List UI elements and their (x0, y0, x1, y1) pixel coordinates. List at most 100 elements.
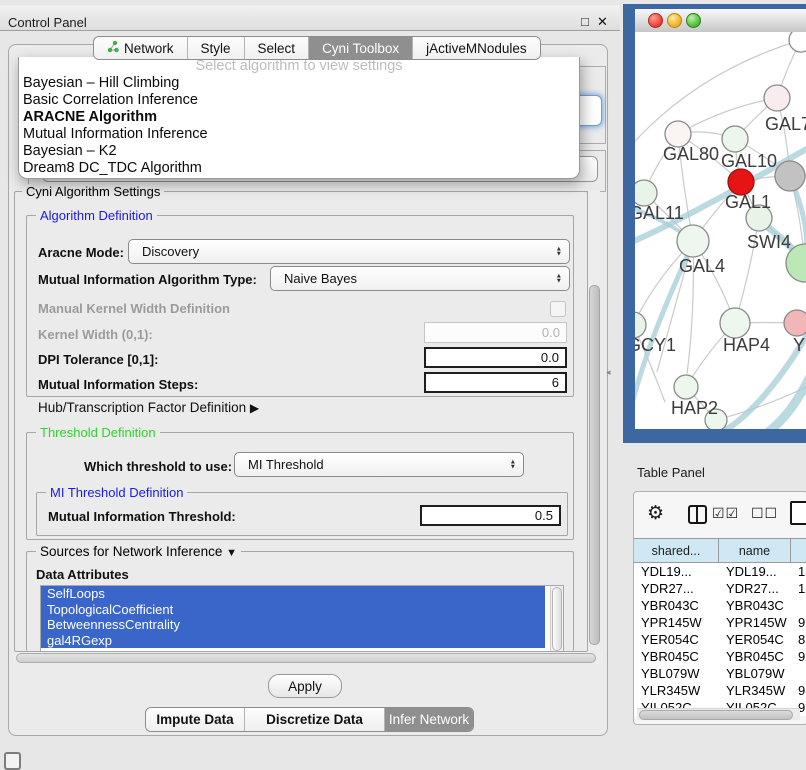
which-threshold-combo[interactable]: MI Threshold ▲▼ (234, 452, 524, 477)
tab-cyni-toolbox[interactable]: Cyni Toolbox (309, 37, 413, 59)
table-cell: 9. (791, 683, 806, 698)
data-attributes-list[interactable]: SelfLoopsTopologicalCoefficientBetweenne… (40, 585, 564, 651)
tab-label: Select (258, 41, 296, 56)
table-cell: 9. (791, 615, 806, 630)
mi-type-value: Naive Bayes (284, 271, 357, 286)
kernel-width-field[interactable]: 0.0 (424, 322, 567, 343)
node-label-swi4: SWI4 (747, 232, 791, 253)
algorithm-option[interactable]: Dream8 DC_TDC Algorithm (19, 160, 579, 177)
minimized-panel-icon[interactable] (4, 752, 21, 770)
tab-network[interactable]: Network (94, 37, 188, 59)
mi-threshold-field[interactable]: 0.5 (420, 505, 561, 526)
network-window-titlebar[interactable] (635, 9, 806, 33)
export-table-icon[interactable] (790, 501, 806, 525)
stepper-icon: ▲▼ (556, 246, 562, 257)
table-cell: 13 (791, 564, 806, 579)
column-header[interactable]: name (719, 539, 791, 562)
algorithm-dropdown-popup: Select algorithm to view settings Bayesi… (18, 57, 580, 179)
tab-label: Network (124, 41, 174, 56)
table-cell: YLR345W (634, 683, 719, 698)
gear-icon[interactable]: ⚙ (647, 502, 664, 525)
attribute-list-item[interactable]: BetweennessCentrality (41, 617, 545, 633)
algorithm-option[interactable]: Basic Correlation Inference (19, 92, 579, 109)
mi-type-label: Mutual Information Algorithm Type: (38, 272, 257, 287)
table-row[interactable]: YDL19...YDL19...13 (634, 563, 806, 580)
algorithm-option[interactable]: ARACNE Algorithm (19, 109, 579, 126)
settings-horizontal-scrollbar[interactable] (14, 652, 602, 664)
attribute-list-item[interactable]: SelfLoops (41, 586, 545, 602)
sources-title[interactable]: Sources for Network Inference ▼ (36, 544, 241, 559)
unselect-all-columns-icon[interactable]: ☐☐ (751, 505, 778, 522)
zoom-traffic-light-icon[interactable] (686, 13, 701, 28)
stepper-icon: ▲▼ (556, 273, 562, 284)
bottom-tab-discretize-data[interactable]: Discretize Data (245, 708, 385, 731)
settings-vertical-scrollbar[interactable] (588, 191, 600, 650)
table-cell: YDR27... (634, 581, 719, 596)
network-node-gray[interactable] (775, 161, 805, 191)
bottom-tab-infer-network[interactable]: Infer Network (385, 708, 473, 731)
table-cell: YDL19... (719, 564, 791, 579)
network-node-hap4[interactable] (720, 308, 750, 338)
column-header[interactable]: shared... (634, 539, 719, 562)
triangle-right-icon: ▶ (250, 401, 259, 415)
mi-type-combo[interactable]: Naive Bayes ▲▼ (270, 266, 570, 291)
table-row[interactable]: YPR145WYPR145W9. (634, 614, 806, 631)
dpi-tolerance-label: DPI Tolerance [0,1]: (38, 352, 158, 367)
network-node-gal7[interactable] (764, 85, 790, 111)
control-panel-tabbar: Network Style Select Cyni Toolbox jActiveMNo… (93, 36, 541, 60)
tab-jactivemnodules[interactable]: jActiveMNodules (413, 37, 540, 59)
table-cell: YPR145W (719, 615, 791, 630)
cyni-algorithm-settings-title: Cyni Algorithm Settings (22, 184, 164, 199)
table-panel: ⚙ ☑☑ ☐☐ shared...nameA YDL19...YDL19...1… (633, 491, 806, 725)
tab-select[interactable]: Select (245, 37, 310, 59)
table-row[interactable]: YDR27...YDR27...12 (634, 580, 806, 597)
tab-label: Cyni Toolbox (322, 41, 399, 56)
network-node-gal10[interactable] (722, 126, 748, 152)
triangle-down-icon: ▼ (226, 547, 237, 559)
node-label-gal10: GAL10 (721, 151, 777, 172)
table-row[interactable]: YBR043CYBR043C (634, 597, 806, 614)
network-canvas[interactable]: GAL7GAL80GAL10GAL1GAL11SWI4GAL4GCY1HAP4Y… (635, 32, 806, 429)
aracne-mode-combo[interactable]: Discovery ▲▼ (128, 239, 570, 264)
pane-divider-arrow[interactable]: ◂ (606, 367, 611, 378)
network-node-top-partial[interactable] (789, 32, 806, 52)
node-label-gal11: GAL11 (635, 203, 684, 224)
close-icon[interactable]: ✕ (597, 14, 608, 30)
bottom-tab-impute-data[interactable]: Impute Data (146, 708, 245, 731)
table-row[interactable]: YLR345WYLR345W9. (634, 682, 806, 699)
table-header-row: shared...nameA (634, 538, 806, 563)
node-label-gcy1: GCY1 (635, 335, 676, 356)
network-node-hap2[interactable] (674, 375, 698, 399)
table-cell: YPR145W (634, 615, 719, 630)
algorithm-dropdown-list: Bayesian – Hill ClimbingBasic Correlatio… (19, 75, 579, 177)
table-row[interactable]: YBL079WYBL079W (634, 665, 806, 682)
column-header[interactable]: A (791, 539, 806, 562)
aracne-mode-value: Discovery (142, 244, 199, 259)
attribute-list-item[interactable]: TopologicalCoefficient (41, 602, 545, 618)
mi-steps-field[interactable]: 6 (424, 372, 567, 393)
table-horizontal-scrollbar[interactable] (637, 708, 800, 720)
list-scrollbar[interactable] (550, 586, 563, 651)
table-row[interactable]: YER054CYER054C8. (634, 631, 806, 648)
tab-style[interactable]: Style (188, 37, 245, 59)
select-all-columns-icon[interactable]: ☑☑ (712, 505, 739, 522)
algorithm-option[interactable]: Mutual Information Inference (19, 126, 579, 143)
algorithm-option[interactable]: Bayesian – Hill Climbing (19, 75, 579, 92)
node-label-gal4: GAL4 (679, 256, 725, 277)
network-node-gal4[interactable] (677, 225, 709, 257)
algorithm-option[interactable]: Bayesian – K2 (19, 143, 579, 160)
minimize-traffic-light-icon[interactable] (667, 13, 682, 28)
network-node-pinkr[interactable] (784, 310, 806, 336)
apply-button[interactable]: Apply (268, 674, 342, 698)
node-label-gal7: GAL7 (765, 114, 806, 135)
dpi-tolerance-field[interactable]: 0.0 (424, 347, 567, 368)
manual-kernel-checkbox[interactable] (550, 301, 566, 317)
hub-definition-expander[interactable]: Hub/Transcription Factor Definition ▶ (38, 400, 259, 415)
columns-icon[interactable] (688, 505, 707, 524)
close-traffic-light-icon[interactable] (648, 13, 663, 28)
table-row[interactable]: YBR045CYBR045C9. (634, 648, 806, 665)
float-window-icon[interactable]: □ (581, 14, 589, 29)
table-cell: YBL079W (719, 666, 791, 681)
attribute-list-item[interactable]: gal4RGexp (41, 633, 545, 649)
table-cell: 9. (791, 649, 806, 664)
